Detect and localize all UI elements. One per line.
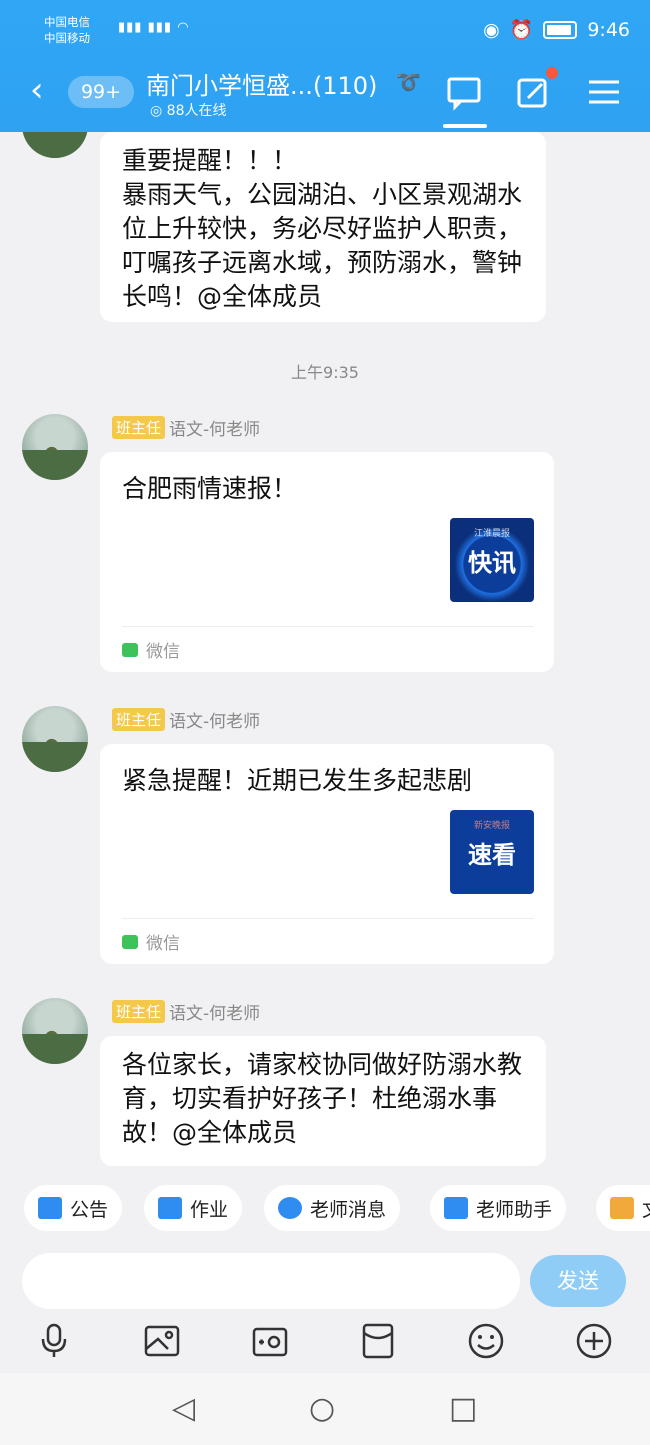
avatar[interactable] [22, 414, 88, 480]
status-right: ◉ ⏰ 9:46 [483, 18, 630, 42]
source-label: 微信 [146, 934, 180, 954]
sender-line: 班主任 语文-何老师 [112, 415, 260, 440]
nav-row: ‹ 99+ 南门小学恒盛...(110) ➰ ◎ 88人在线 [0, 62, 650, 128]
carrier-1: 中国电信 [44, 15, 90, 29]
thumb-label: 快讯 [468, 548, 516, 577]
battery-icon [543, 20, 578, 39]
thumb-label: 速看 [468, 840, 516, 869]
notification-dot [546, 67, 558, 79]
quick-files[interactable]: 文 [596, 1185, 650, 1231]
wechat-icon [122, 934, 138, 949]
quick-teacher-message[interactable]: 老师消息 [264, 1185, 401, 1231]
back-button[interactable]: ‹ [30, 72, 44, 108]
group-title[interactable]: 南门小学恒盛...(110) [146, 66, 377, 101]
sender-line: 班主任 语文-何老师 [112, 999, 260, 1024]
teacher-message-icon [278, 1197, 302, 1219]
online-count: ◎ 88人在线 [150, 103, 227, 119]
sender-line: 班主任 语文-何老师 [112, 707, 260, 732]
signal-icon: ▮▮▮ ▮▮▮ ◠ [118, 20, 190, 35]
carrier-info: 中国电信 中国移动 [44, 14, 90, 46]
teacher-assistant-icon [444, 1197, 468, 1219]
sender-name: 语文-何老师 [169, 1004, 261, 1024]
divider [122, 626, 534, 627]
wechat-icon [122, 642, 138, 657]
nav-back-icon[interactable]: ◁ [172, 1393, 195, 1425]
card-title: 紧急提醒！近期已发生多起悲剧 [122, 766, 473, 795]
nav-recent-icon[interactable]: □ [449, 1393, 477, 1425]
microphone-icon[interactable] [34, 1321, 74, 1361]
sender-name: 语文-何老师 [169, 420, 261, 440]
timestamp: 上午9:35 [291, 363, 359, 382]
role-badge: 班主任 [112, 1000, 166, 1023]
carrier-2: 中国移动 [44, 31, 90, 45]
folder-icon [610, 1197, 634, 1219]
quick-teacher-assistant[interactable]: 老师助手 [430, 1185, 567, 1231]
chip-label: 文 [642, 1195, 650, 1222]
sender-name: 语文-何老师 [169, 712, 261, 732]
card-thumbnail: 新安晚报 速看 [450, 810, 534, 894]
message-text: 重要提醒！！！ 暴雨天气，公园湖泊、小区景观湖水位上升较快，务必尽好监护人职责，… [122, 146, 523, 311]
chip-label: 老师助手 [476, 1198, 553, 1221]
emoji-icon[interactable] [466, 1321, 506, 1361]
send-button[interactable]: 发送 [530, 1255, 626, 1307]
menu-icon[interactable] [584, 72, 624, 112]
avatar[interactable] [22, 132, 88, 158]
homework-icon [158, 1197, 182, 1219]
quick-announcement[interactable]: 公告 [24, 1185, 123, 1231]
card-thumbnail: 江淮晨报 快讯 [450, 518, 534, 602]
status-bar: 中国电信 中国移动 ▮▮▮ ▮▮▮ ◠ ◉ ⏰ 9:46 [0, 12, 650, 52]
camera-icon[interactable] [250, 1321, 290, 1361]
message-list[interactable]: 重要提醒！！！ 暴雨天气，公园湖泊、小区景观湖水位上升较快，务必尽好监护人职责，… [0, 132, 650, 1175]
divider [122, 918, 534, 919]
chip-label: 公告 [70, 1198, 109, 1221]
red-packet-icon[interactable] [358, 1321, 398, 1361]
avatar[interactable] [22, 706, 88, 772]
card-source: 微信 [122, 637, 180, 662]
toolbar [0, 1321, 650, 1371]
card-title: 合肥雨情速报！ [122, 474, 298, 503]
system-nav-bar: ◁ ○ □ [0, 1373, 650, 1445]
source-label: 微信 [146, 642, 180, 662]
ear-icon: ➰ [396, 70, 421, 94]
chat-header: 中国电信 中国移动 ▮▮▮ ▮▮▮ ◠ ◉ ⏰ 9:46 ‹ 99+ 南门小学恒… [0, 0, 650, 132]
thumb-caption: 新安晚报 [473, 821, 510, 831]
online-text: 88人在线 [166, 103, 227, 119]
chip-label: 作业 [190, 1198, 229, 1221]
thumb-caption: 江淮晨报 [473, 529, 510, 539]
clock-time: 9:46 [587, 18, 630, 41]
image-icon[interactable] [142, 1321, 182, 1361]
avatar[interactable] [22, 998, 88, 1064]
card-source: 微信 [122, 929, 180, 954]
quick-homework[interactable]: 作业 [144, 1185, 243, 1231]
eye-icon: ◉ [483, 18, 500, 41]
quick-actions-bar: 公告 作业 老师消息 老师助手 文 [0, 1175, 650, 1241]
chat-icon[interactable] [444, 72, 484, 112]
message-input[interactable] [22, 1253, 520, 1309]
announcement-icon [38, 1197, 62, 1219]
role-badge: 班主任 [112, 416, 166, 439]
message-text: 各位家长，请家校协同做好防溺水教育，切实看护好孩子！杜绝溺水事故！@全体成员 [122, 1050, 523, 1147]
plus-icon[interactable] [574, 1321, 614, 1361]
tab-underline [443, 124, 487, 128]
nav-home-icon[interactable]: ○ [309, 1393, 335, 1425]
role-badge: 班主任 [112, 708, 166, 731]
unread-badge[interactable]: 99+ [68, 76, 134, 108]
chip-label: 老师消息 [310, 1198, 387, 1221]
alarm-icon: ⏰ [509, 19, 534, 41]
input-row: 发送 [0, 1241, 650, 1321]
